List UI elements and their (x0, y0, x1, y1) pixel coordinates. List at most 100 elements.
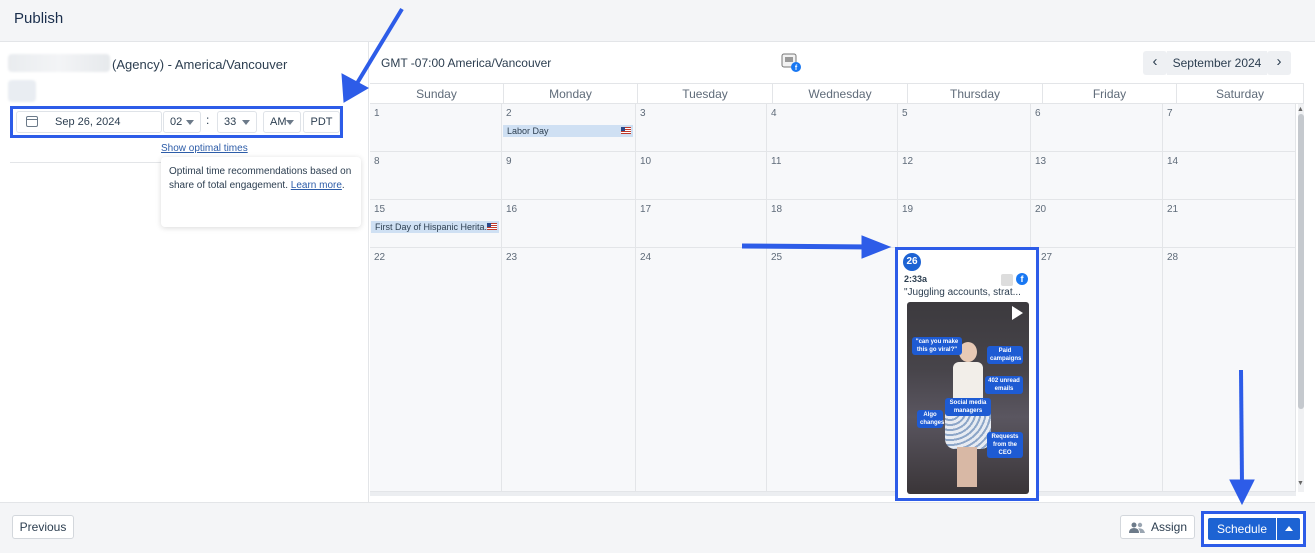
optimal-times-tooltip: Optimal time recommendations based on sh… (161, 157, 361, 227)
minute-select[interactable]: 33 (217, 111, 257, 133)
day-cell[interactable]: 21 (1163, 200, 1296, 248)
day-cell[interactable]: 27 (1031, 248, 1163, 492)
day-cell[interactable]: 25 (767, 248, 898, 492)
day-number: 8 (374, 156, 380, 167)
day-number: 3 (640, 108, 646, 119)
timezone-badge: PDT (303, 111, 340, 133)
day-cell[interactable]: 5 (898, 104, 1031, 152)
holiday-hispanic-heritage[interactable]: First Day of Hispanic Herita... (371, 221, 499, 233)
account-facebook-icon: f (781, 53, 801, 72)
publish-modal: Publish (Agency) - America/Vancouver Sep… (0, 0, 1315, 553)
day-cell[interactable]: 18 (767, 200, 898, 248)
calendar-icon (26, 116, 38, 127)
day-cell[interactable]: 15 First Day of Hispanic Herita... (370, 200, 502, 248)
day-number: 1 (374, 108, 380, 119)
show-optimal-times-link[interactable]: Show optimal times (161, 143, 248, 154)
calendar-grid: 1 2 Labor Day 3 4 5 6 7 8 9 10 11 12 13 … (370, 104, 1296, 492)
day-cell[interactable]: 28 (1163, 248, 1296, 492)
overlay-chip: Algo changes (917, 410, 944, 428)
account-name-blurred (8, 54, 110, 72)
day-cell[interactable]: 2 Labor Day (502, 104, 636, 152)
day-cell[interactable]: 20 (1031, 200, 1163, 248)
facebook-icon: f (1016, 273, 1028, 285)
scroll-down-icon[interactable]: ▼ (1297, 480, 1304, 487)
day-number: 4 (771, 108, 777, 119)
overlay-chip: "can you make this go viral?" (912, 337, 962, 355)
time-separator: : (206, 113, 210, 127)
weekday-monday: Monday (504, 84, 638, 104)
overlay-chip: 402 unread emails (985, 376, 1023, 394)
schedule-button[interactable]: Schedule (1208, 518, 1276, 540)
assign-label: Assign (1151, 520, 1188, 534)
day-cell[interactable]: 14 (1163, 152, 1296, 200)
chevron-down-icon (186, 120, 194, 125)
day-cell[interactable]: 13 (1031, 152, 1163, 200)
day-cell[interactable]: 11 (767, 152, 898, 200)
day-cell[interactable]: 7 (1163, 104, 1296, 152)
next-month-button[interactable]: › (1267, 51, 1291, 75)
day-cell[interactable]: 23 (502, 248, 636, 492)
day-number: 2 (506, 108, 512, 119)
day-cell[interactable]: 24 (636, 248, 767, 492)
minute-value: 33 (224, 116, 237, 128)
ampm-value: AM (270, 116, 287, 128)
ampm-select[interactable]: AM (263, 111, 301, 133)
post-video-thumbnail[interactable]: "can you make this go viral?" Paid campa… (907, 302, 1029, 494)
weekday-saturday: Saturday (1177, 84, 1304, 104)
day-cell[interactable]: 6 (1031, 104, 1163, 152)
day-cell[interactable]: 22 (370, 248, 502, 492)
scroll-up-icon[interactable]: ▲ (1297, 106, 1304, 113)
previous-button[interactable]: Previous (12, 515, 74, 539)
scheduled-post-card[interactable]: 26 2:33a f "Juggling accounts, strat... … (900, 252, 1034, 496)
day-number: 22 (374, 252, 386, 263)
account-avatar-icon (1001, 274, 1013, 286)
hour-value: 02 (170, 116, 183, 128)
calendar-panel: GMT -07:00 America/Vancouver f ‹ Septemb… (370, 42, 1304, 502)
scrollbar-thumb[interactable] (1298, 114, 1304, 409)
modal-header: Publish (0, 0, 1315, 42)
post-time: 2:33a (904, 274, 928, 284)
day-number: 16 (506, 204, 518, 215)
day-number: 21 (1167, 204, 1179, 215)
day-cell[interactable]: 3 (636, 104, 767, 152)
modal-title: Publish (14, 10, 64, 27)
prev-month-button[interactable]: ‹ (1143, 51, 1167, 75)
overlay-chip: Paid campaigns (987, 346, 1023, 364)
us-flag-icon (487, 223, 497, 230)
day-cell[interactable]: 8 (370, 152, 502, 200)
learn-more-link[interactable]: Learn more (291, 180, 342, 191)
day-number: 12 (902, 156, 914, 167)
day-number: 7 (1167, 108, 1173, 119)
day-cell[interactable]: 1 (370, 104, 502, 152)
day-cell[interactable]: 10 (636, 152, 767, 200)
assign-button[interactable]: Assign (1120, 515, 1195, 539)
holiday-labor-day[interactable]: Labor Day (503, 125, 633, 137)
day-cell[interactable]: 19 (898, 200, 1031, 248)
day-number: 10 (640, 156, 652, 167)
day-number: 24 (640, 252, 652, 263)
day-cell[interactable]: 12 (898, 152, 1031, 200)
modal-footer: Previous Assign Schedule (0, 502, 1315, 553)
day-cell[interactable]: 17 (636, 200, 767, 248)
schedule-options-chevron-up-icon[interactable] (1277, 518, 1300, 540)
holiday-label: First Day of Hispanic Herita... (375, 222, 493, 232)
day-cell[interactable]: 16 (502, 200, 636, 248)
day-cell[interactable]: 4 (767, 104, 898, 152)
hour-select[interactable]: 02 (163, 111, 201, 133)
users-icon (1129, 522, 1145, 533)
horizontal-scrollbar[interactable] (370, 492, 1296, 496)
vertical-scrollbar[interactable] (1298, 104, 1304, 492)
overlay-chip: Requests from the CEO (987, 432, 1023, 458)
day-cell[interactable]: 9 (502, 152, 636, 200)
play-icon[interactable] (1012, 306, 1023, 320)
day-number: 9 (506, 156, 512, 167)
day-number: 17 (640, 204, 652, 215)
schedule-settings-panel: (Agency) - America/Vancouver Sep 26, 202… (0, 42, 369, 502)
weekday-tuesday: Tuesday (638, 84, 773, 104)
date-input[interactable]: Sep 26, 2024 (16, 111, 162, 133)
account-avatar-blurred (8, 80, 36, 102)
calendar-toolbar: GMT -07:00 America/Vancouver f ‹ Septemb… (370, 42, 1304, 84)
weekday-wednesday: Wednesday (773, 84, 908, 104)
us-flag-icon (621, 127, 631, 134)
chevron-down-icon (286, 120, 294, 125)
